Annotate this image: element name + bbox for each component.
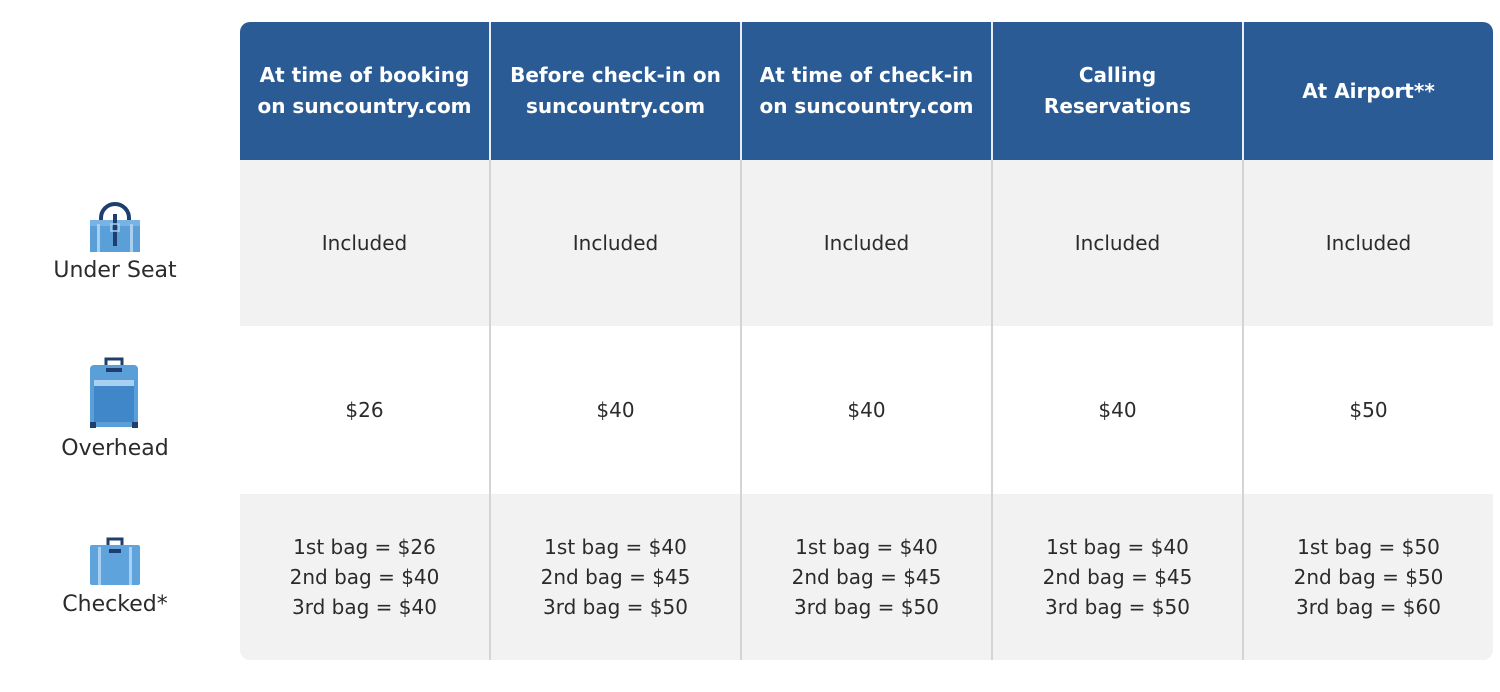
- column-header: At time of booking on suncountry.com: [257, 63, 472, 118]
- column-header: Calling Reservations: [991, 22, 1242, 160]
- column-header: At time of check-in on suncountry.com: [740, 22, 991, 160]
- column-header: Before check-in on suncountry.com: [489, 22, 740, 160]
- fee-text: 3rd bag = $60: [1296, 595, 1441, 619]
- fee-text: 2nd bag = $45: [791, 565, 942, 589]
- table-cell: Included: [740, 160, 991, 326]
- table-row: $26 $40 $40 $40 $50: [240, 326, 1493, 494]
- fee-text: 2nd bag = $40: [289, 565, 440, 589]
- table-cell: Included: [991, 160, 1242, 326]
- table-row: 1st bag = $26 2nd bag = $40 3rd bag = $40 1…: [240, 494, 1493, 660]
- table-cell: 1st bag = $50 2nd bag = $50 3rd bag = $60: [1242, 494, 1493, 660]
- table-header: At time of booking on suncountry.com Bef…: [240, 22, 1493, 160]
- table-cell: Included: [489, 160, 740, 326]
- table-cell: $40: [991, 326, 1242, 494]
- fee-text: $40: [596, 398, 635, 422]
- fee-text: 2nd bag = $45: [1042, 565, 1193, 589]
- fee-text: Included: [321, 231, 408, 255]
- table-cell: Included: [1242, 160, 1493, 326]
- fee-text: $40: [847, 398, 886, 422]
- table-cell: $40: [489, 326, 740, 494]
- table-cell: 1st bag = $26 2nd bag = $40 3rd bag = $40: [240, 494, 489, 660]
- fee-text: 1st bag = $50: [1297, 535, 1440, 559]
- fee-text: 2nd bag = $50: [1293, 565, 1444, 589]
- row-label-checked: Checked*: [62, 592, 168, 617]
- fee-text: 2nd bag = $45: [540, 565, 691, 589]
- fee-text: 1st bag = $40: [1046, 535, 1189, 559]
- fee-text: 3rd bag = $50: [794, 595, 939, 619]
- fee-text: 1st bag = $40: [544, 535, 687, 559]
- table-cell: Included: [240, 160, 489, 326]
- table-cell: 1st bag = $40 2nd bag = $45 3rd bag = $50: [991, 494, 1242, 660]
- fee-text: Included: [572, 231, 659, 255]
- table-cell: 1st bag = $40 2nd bag = $45 3rd bag = $50: [740, 494, 991, 660]
- table-cell: $40: [740, 326, 991, 494]
- fee-text: $40: [1098, 398, 1137, 422]
- fee-text: 3rd bag = $50: [543, 595, 688, 619]
- fee-text: Included: [823, 231, 910, 255]
- row-label-overhead: Overhead: [61, 436, 169, 461]
- fee-text: 1st bag = $26: [293, 535, 436, 559]
- fee-text: $50: [1349, 398, 1388, 422]
- fee-text: Included: [1325, 231, 1412, 255]
- carry-on-suitcase-icon: [90, 357, 138, 428]
- table-cell: $50: [1242, 326, 1493, 494]
- column-header: At Airport**: [1242, 22, 1493, 160]
- fee-text: 3rd bag = $50: [1045, 595, 1190, 619]
- table-row: Included Included Included Included Included: [240, 160, 1493, 326]
- checked-suitcase-icon: [90, 537, 140, 585]
- personal-bag-icon: [90, 202, 140, 252]
- table-cell: $26: [240, 326, 489, 494]
- fee-text: $26: [345, 398, 384, 422]
- fee-text: 3rd bag = $40: [292, 595, 437, 619]
- fee-text: 1st bag = $40: [795, 535, 938, 559]
- row-label-under-seat: Under Seat: [53, 258, 177, 283]
- fee-text: Included: [1074, 231, 1161, 255]
- baggage-fee-table: At time of booking on suncountry.com Bef…: [240, 22, 1493, 660]
- table-cell: 1st bag = $40 2nd bag = $45 3rd bag = $50: [489, 494, 740, 660]
